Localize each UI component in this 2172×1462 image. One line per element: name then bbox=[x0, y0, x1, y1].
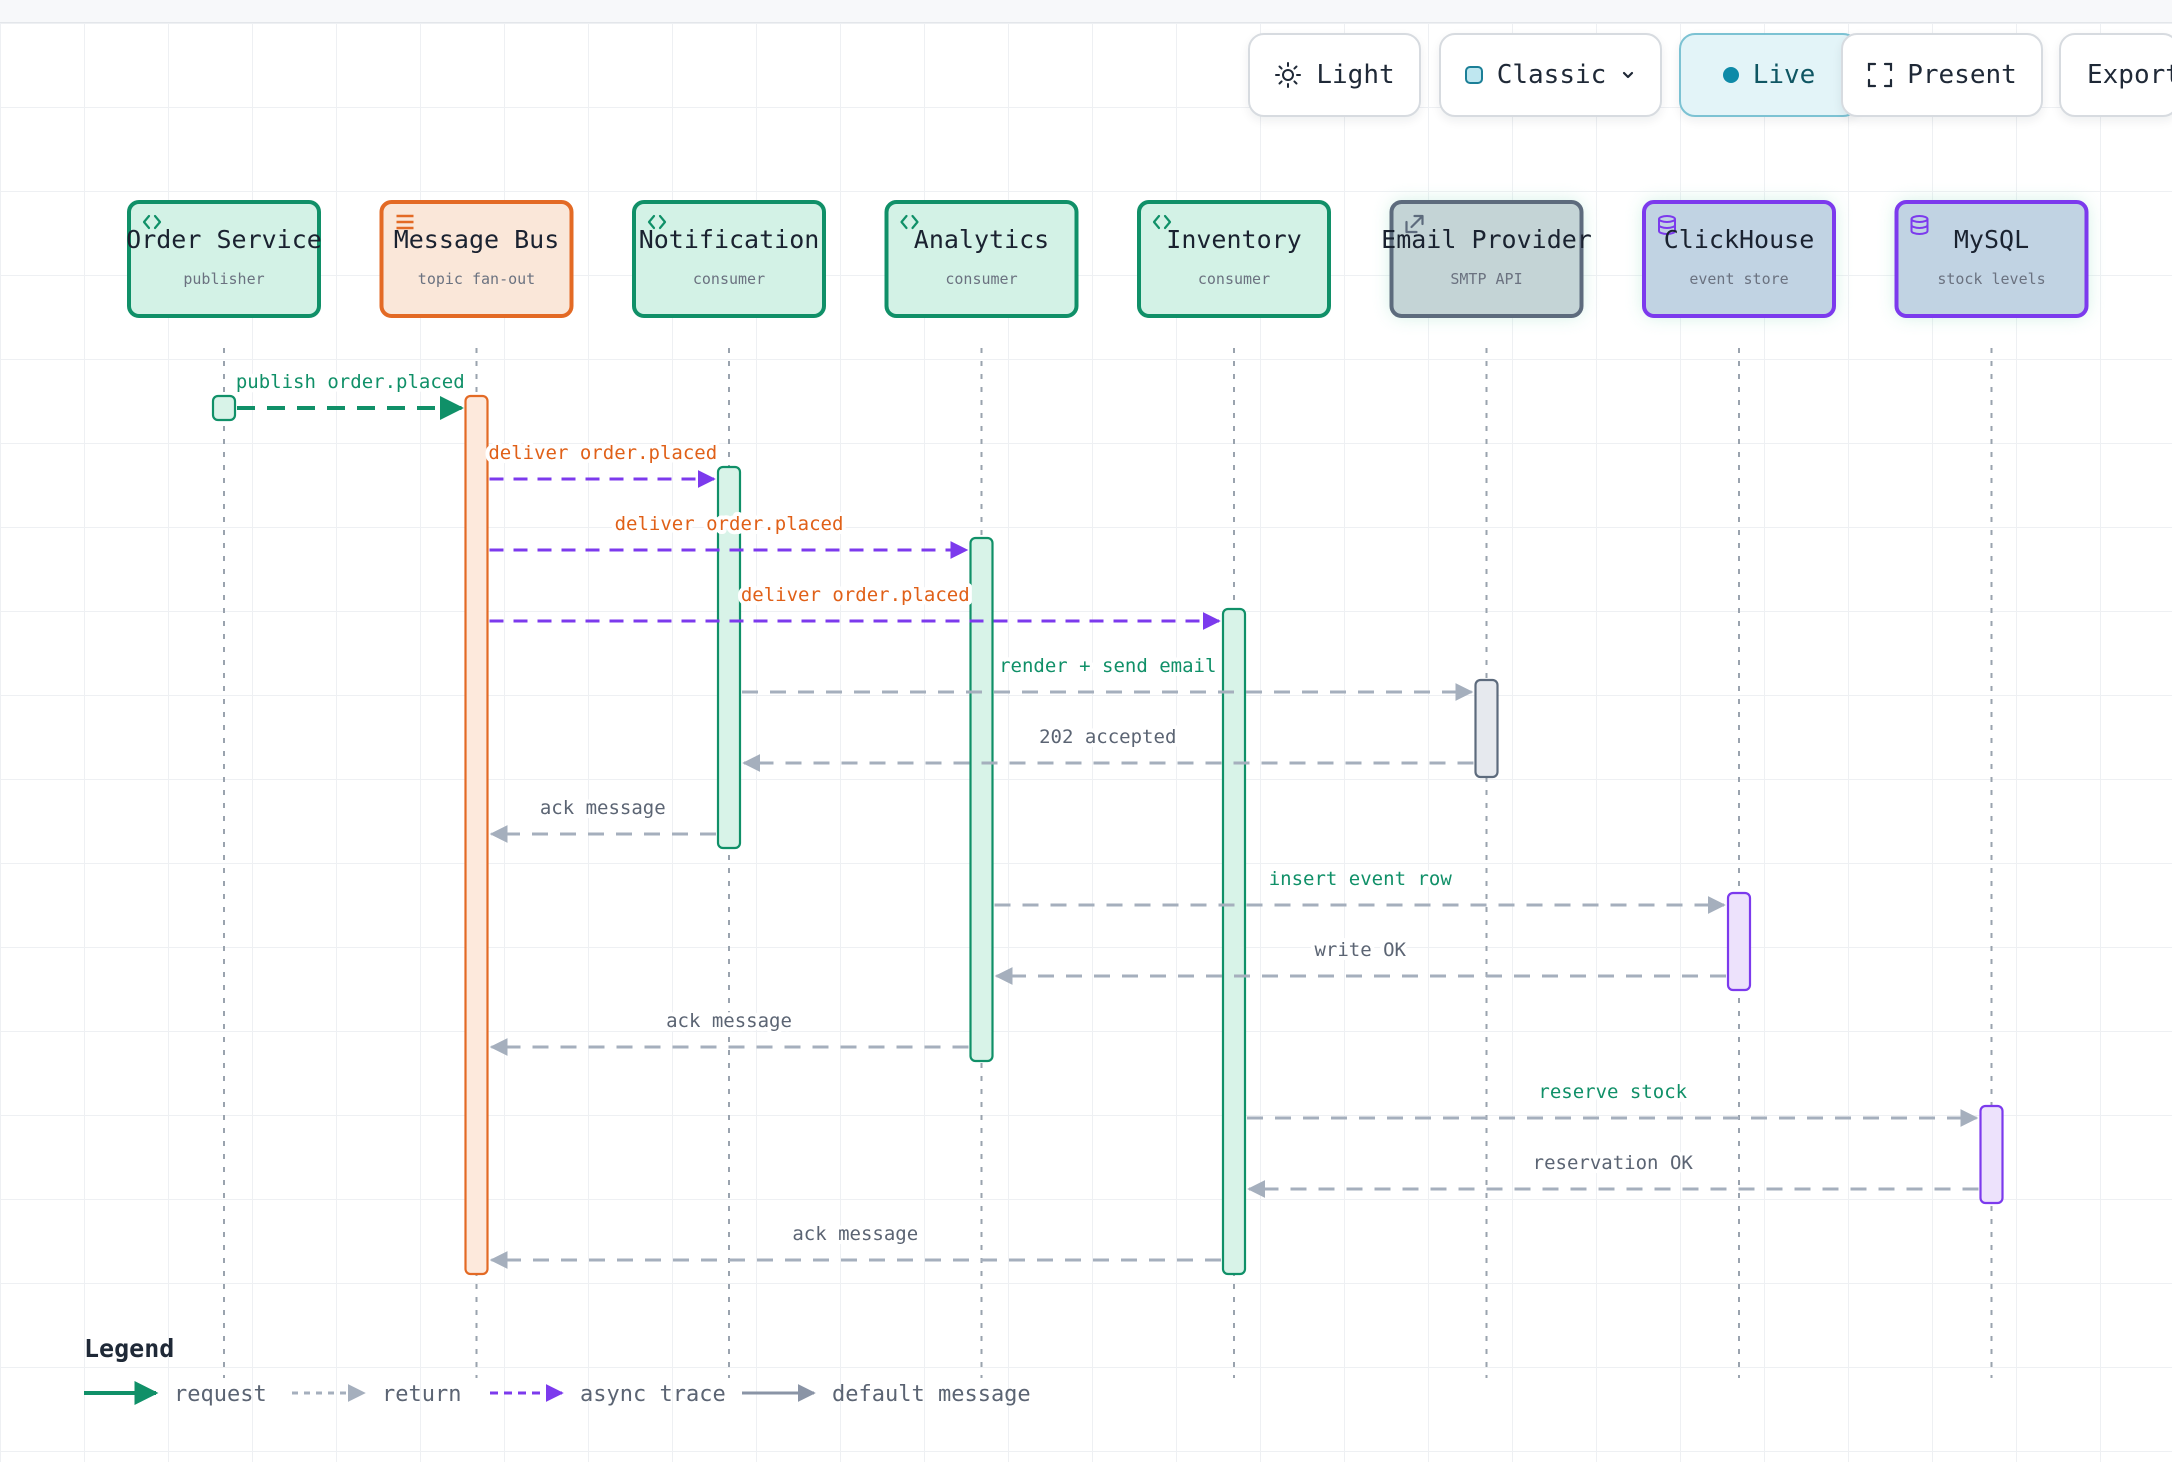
participant-box bbox=[379, 200, 574, 318]
activation-bar-clickhouse bbox=[1726, 891, 1752, 992]
message-label: insert event row bbox=[1269, 868, 1453, 890]
legend-label: async trace bbox=[580, 1382, 726, 1407]
participant-subtitle: topic fan-out bbox=[418, 270, 535, 288]
participant-subtitle: consumer bbox=[1198, 270, 1270, 288]
sequence-diagram: publish order.placed deliver order.placed… bbox=[84, 200, 2089, 1407]
message-label: ack message bbox=[540, 797, 666, 819]
participant-name: Inventory bbox=[1166, 225, 1301, 254]
legend-item-request: request bbox=[84, 1381, 267, 1407]
participant-box bbox=[1642, 200, 1836, 318]
participant-analytics[interactable]: Analytics consumer bbox=[884, 200, 1079, 318]
activation-bar-email bbox=[1474, 678, 1499, 779]
message-label: reserve stock bbox=[1538, 1081, 1687, 1103]
message-label: deliver order.placed bbox=[488, 442, 717, 464]
message-label: write OK bbox=[1314, 939, 1406, 961]
message-label: ack message bbox=[792, 1223, 918, 1245]
participant-subtitle: SMTP API bbox=[1450, 270, 1522, 288]
message-label: deliver order.placed bbox=[741, 584, 970, 606]
legend-label: return bbox=[382, 1382, 461, 1407]
participant-name: Email Provider bbox=[1381, 225, 1592, 254]
legend-label: default message bbox=[832, 1382, 1031, 1407]
activation-bar-bus bbox=[464, 394, 489, 1276]
participant-bus[interactable]: Message Bus topic fan-out bbox=[379, 200, 574, 318]
legend-title: Legend bbox=[84, 1334, 175, 1363]
legend-item-return: return bbox=[292, 1382, 461, 1407]
participant-inventory[interactable]: Inventory consumer bbox=[1137, 200, 1331, 318]
activation-bar-order bbox=[211, 394, 237, 422]
participant-clickhouse[interactable]: ClickHouse event store bbox=[1642, 200, 1836, 318]
participant-name: ClickHouse bbox=[1664, 225, 1815, 254]
participant-email[interactable]: Email Provider SMTP API bbox=[1381, 200, 1592, 318]
message-label: render + send email bbox=[999, 655, 1216, 677]
participant-subtitle: consumer bbox=[945, 270, 1017, 288]
message-label: reservation OK bbox=[1533, 1152, 1694, 1174]
participant-box bbox=[1894, 200, 2089, 318]
participant-name: MySQL bbox=[1954, 225, 2029, 254]
participant-subtitle: event store bbox=[1689, 270, 1788, 288]
activation-bar-mysql bbox=[1979, 1104, 2004, 1205]
participant-notif[interactable]: Notification consumer bbox=[632, 200, 826, 318]
legend-item-async: async trace bbox=[490, 1382, 726, 1407]
participant-name: Order Service bbox=[126, 225, 322, 254]
participant-subtitle: consumer bbox=[693, 270, 765, 288]
participant-name: Notification bbox=[639, 225, 820, 254]
message-label: 202 accepted bbox=[1039, 726, 1176, 748]
message-label: deliver order.placed bbox=[615, 513, 844, 535]
activation-bar-inventory bbox=[1221, 607, 1247, 1276]
activation-bar-analytics bbox=[969, 536, 994, 1063]
participant-name: Analytics bbox=[914, 225, 1049, 254]
message-label: ack message bbox=[666, 1010, 792, 1032]
participant-mysql[interactable]: MySQL stock levels bbox=[1894, 200, 2089, 318]
participant-name: Message Bus bbox=[394, 225, 560, 254]
legend-item-default: default message bbox=[742, 1382, 1031, 1407]
participant-subtitle: stock levels bbox=[1937, 270, 2045, 288]
legend-label: request bbox=[174, 1382, 267, 1407]
message-label: publish order.placed bbox=[236, 371, 465, 393]
participant-subtitle: publisher bbox=[183, 270, 264, 288]
participant-order[interactable]: Order Service publisher bbox=[126, 200, 322, 318]
